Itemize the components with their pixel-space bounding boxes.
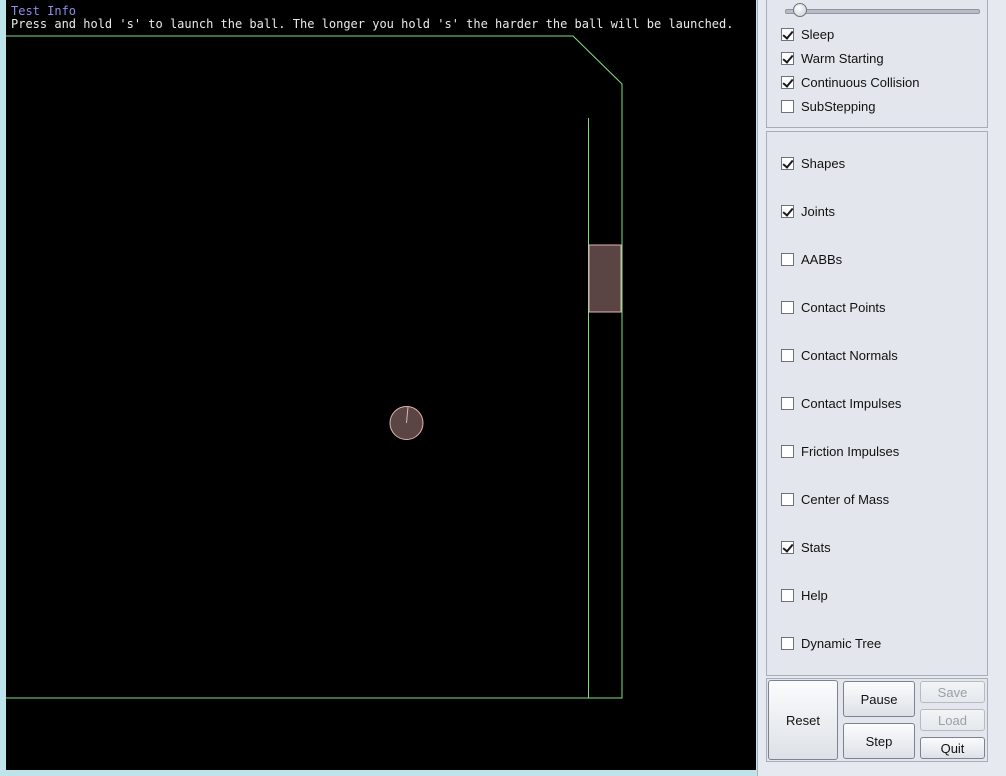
- shapes-option[interactable]: Shapes: [781, 154, 845, 172]
- friction-impulses-option[interactable]: Friction Impulses: [781, 442, 899, 460]
- pause-button[interactable]: Pause: [843, 681, 915, 717]
- contact-impulses-checkbox[interactable]: [781, 396, 794, 410]
- sleep-label: Sleep: [801, 26, 835, 42]
- sleep-option[interactable]: Sleep: [781, 25, 834, 43]
- help-label: Help: [801, 587, 828, 603]
- contact-points-label: Contact Points: [801, 299, 886, 315]
- contact-points-checkbox[interactable]: [781, 300, 794, 314]
- contact-impulses-label: Contact Impulses: [801, 395, 902, 411]
- quit-button[interactable]: Quit: [920, 737, 985, 759]
- contact-normals-label: Contact Normals: [801, 347, 898, 363]
- outer-wall: [6, 35, 623, 699]
- dynamic-tree-checkbox[interactable]: [781, 636, 794, 650]
- contact-normals-option[interactable]: Contact Normals: [781, 346, 898, 364]
- plunger-block: [588, 244, 622, 313]
- dynamic-tree-label: Dynamic Tree: [801, 635, 882, 651]
- aabbs-option[interactable]: AABBs: [781, 250, 842, 268]
- stats-label: Stats: [801, 539, 831, 555]
- substepping-label: SubStepping: [801, 98, 876, 114]
- hz-slider-track[interactable]: [785, 9, 980, 14]
- boundary-walls: [6, 35, 623, 699]
- warm-starting-option[interactable]: Warm Starting: [781, 49, 884, 67]
- joints-option[interactable]: Joints: [781, 202, 835, 220]
- help-option[interactable]: Help: [781, 586, 828, 604]
- contact-points-option[interactable]: Contact Points: [781, 298, 886, 316]
- load-button[interactable]: Load: [920, 709, 985, 731]
- save-button[interactable]: Save: [920, 681, 985, 703]
- stats-checkbox[interactable]: [781, 540, 794, 554]
- controls-buttons: Reset Pause Step Save Load Quit: [766, 678, 988, 762]
- dynamic-tree-option[interactable]: Dynamic Tree: [781, 634, 881, 652]
- world-drawing: [6, 35, 623, 699]
- contact-normals-checkbox[interactable]: [781, 348, 794, 362]
- reset-button[interactable]: Reset: [768, 680, 838, 760]
- center-of-mass-checkbox[interactable]: [781, 492, 794, 506]
- aabbs-label: AABBs: [801, 251, 843, 267]
- continuous-collision-label: Continuous Collision: [801, 74, 920, 90]
- center-of-mass-option[interactable]: Center of Mass: [781, 490, 889, 508]
- simulation-canvas[interactable]: Test Info Press and hold 's' to launch t…: [6, 0, 756, 770]
- sleep-checkbox[interactable]: [781, 27, 794, 41]
- friction-impulses-label: Friction Impulses: [801, 443, 900, 459]
- continuous-collision-checkbox[interactable]: [781, 75, 794, 89]
- help-checkbox[interactable]: [781, 588, 794, 602]
- contact-impulses-option[interactable]: Contact Impulses: [781, 394, 901, 412]
- substepping-option[interactable]: SubStepping: [781, 97, 875, 115]
- joints-label: Joints: [801, 203, 835, 219]
- ball: [389, 406, 424, 440]
- center-of-mass-label: Center of Mass: [801, 491, 890, 507]
- warm-starting-label: Warm Starting: [801, 50, 884, 66]
- stats-option[interactable]: Stats: [781, 538, 831, 556]
- draw-options-group: Shapes Joints AABBs Contact Points Contact N…: [766, 131, 988, 676]
- substepping-checkbox[interactable]: [781, 99, 794, 113]
- settings-group: Sleep Warm Starting Continuous Collision Su…: [766, 0, 988, 128]
- step-button[interactable]: Step: [843, 723, 915, 759]
- aabbs-checkbox[interactable]: [781, 252, 794, 266]
- continuous-collision-option[interactable]: Continuous Collision: [781, 73, 920, 91]
- joints-checkbox[interactable]: [781, 204, 794, 218]
- hz-slider-knob[interactable]: [792, 3, 807, 17]
- friction-impulses-checkbox[interactable]: [781, 444, 794, 458]
- control-panel: Sleep Warm Starting Continuous Collision Su…: [757, 0, 1006, 776]
- warm-starting-checkbox[interactable]: [781, 51, 794, 65]
- shapes-label: Shapes: [801, 155, 846, 171]
- shapes-checkbox[interactable]: [781, 156, 794, 170]
